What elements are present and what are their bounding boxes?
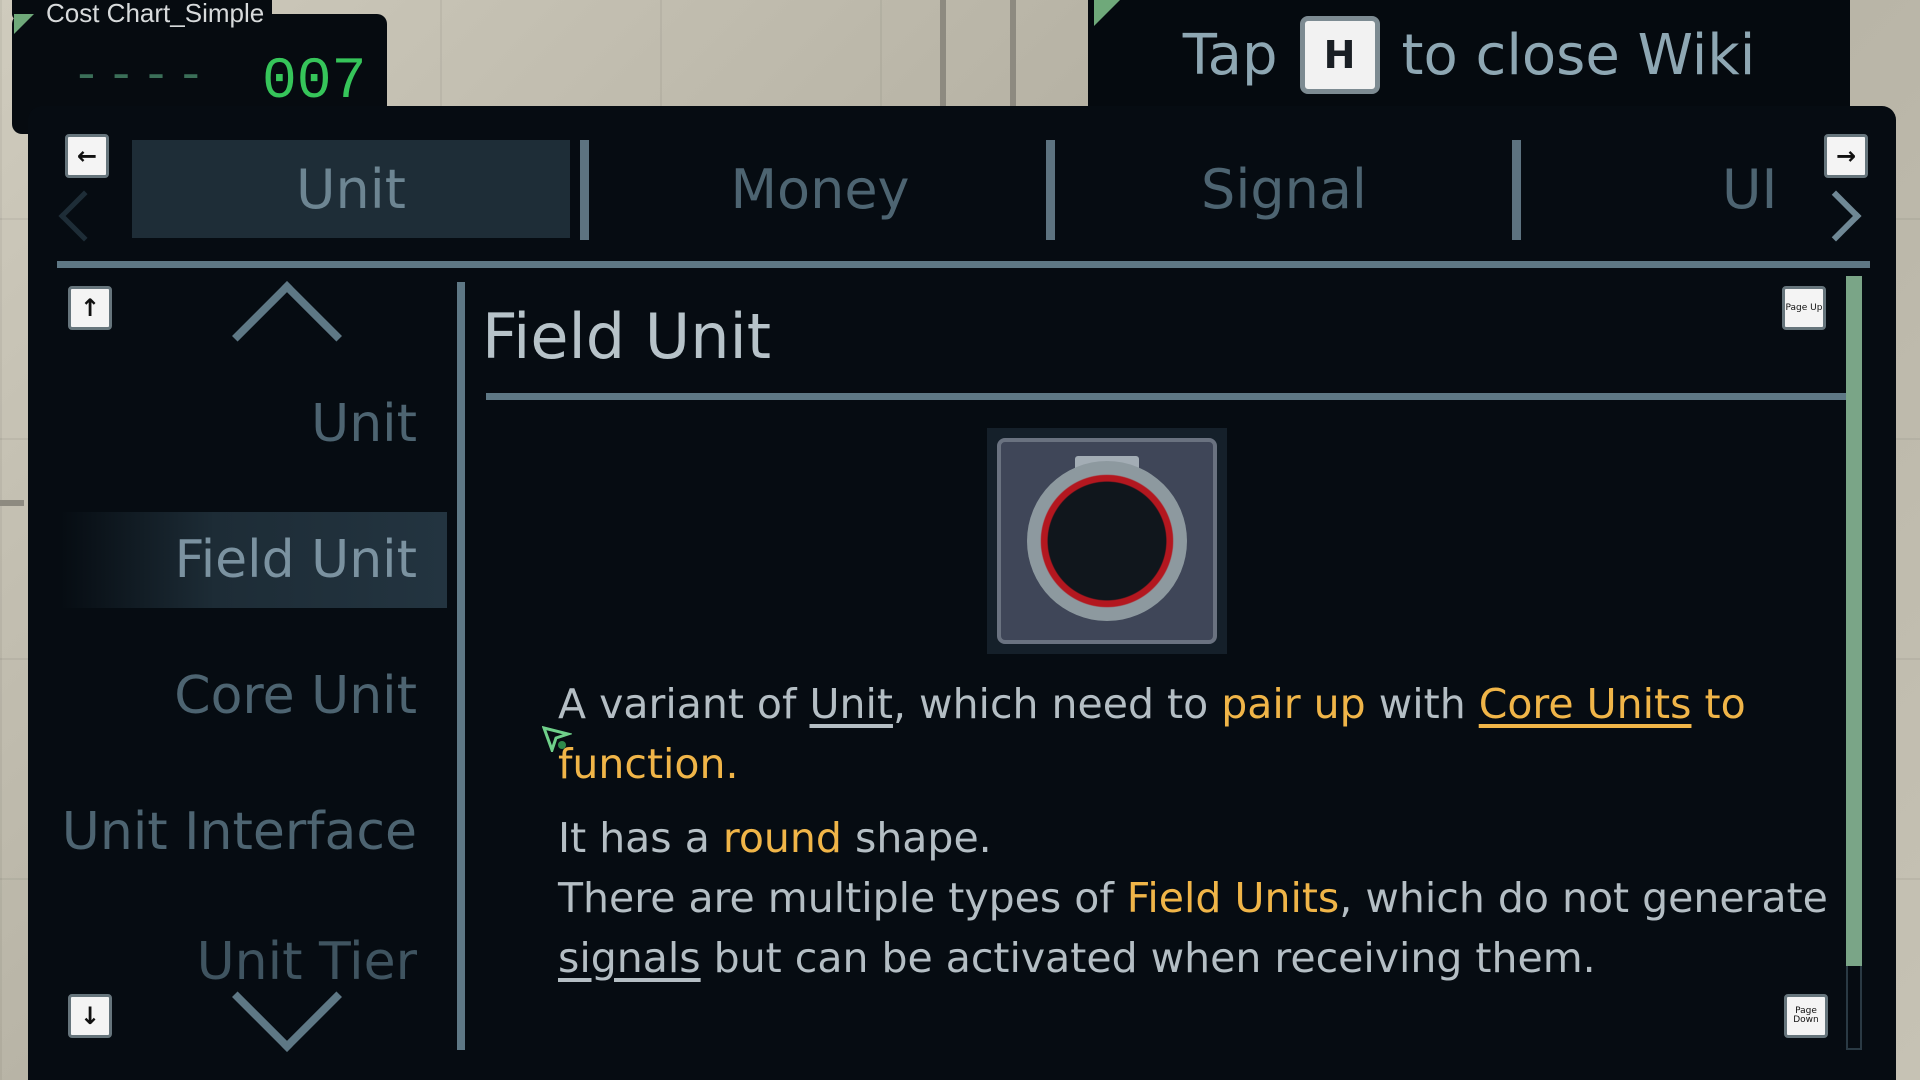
sidebar-item-unit-interface[interactable]: Unit Interface bbox=[60, 784, 447, 880]
tab-unit[interactable]: Unit bbox=[132, 140, 570, 238]
arrow-left-icon[interactable]: ← bbox=[65, 134, 109, 178]
sidebar-item-unit-tier[interactable]: Unit Tier bbox=[60, 932, 447, 992]
tab-bar-underline bbox=[57, 261, 1870, 268]
tab-separator bbox=[1046, 140, 1055, 240]
p3-text: but can be activated when receiving them… bbox=[700, 934, 1596, 982]
arrow-up-icon[interactable]: ↑ bbox=[68, 286, 112, 330]
cost-chart-title: Cost Chart_Simple bbox=[46, 0, 265, 28]
h-key-icon: H bbox=[1299, 16, 1380, 94]
link-signals[interactable]: signals bbox=[558, 934, 701, 982]
arrow-down-icon[interactable]: ↓ bbox=[68, 994, 112, 1038]
field-unit-icon bbox=[997, 438, 1217, 644]
link-unit[interactable]: Unit bbox=[810, 680, 893, 728]
highlight-pair-up: pair up bbox=[1221, 680, 1366, 728]
article-paragraph-2: It has a round shape. bbox=[558, 808, 992, 868]
tab-separator bbox=[580, 140, 589, 240]
highlight-field-units: Field Units bbox=[1126, 874, 1340, 922]
highlight-round: round bbox=[722, 814, 842, 862]
board-groove bbox=[940, 0, 946, 110]
article-scrollbar-thumb[interactable] bbox=[1846, 276, 1862, 966]
p2-text: It has a bbox=[558, 814, 723, 862]
link-core-units[interactable]: Core Units bbox=[1479, 680, 1692, 728]
p2-text: shape. bbox=[841, 814, 992, 862]
sidebar-divider bbox=[457, 282, 465, 1050]
tab-separator bbox=[1512, 140, 1521, 240]
hint-text-before: Tap bbox=[1182, 22, 1278, 88]
page-up-key-icon[interactable]: Page Up bbox=[1782, 286, 1826, 330]
cost-chart-corner-marker bbox=[14, 14, 34, 34]
hint-text-after: to close Wiki bbox=[1401, 22, 1756, 88]
tab-money[interactable]: Money bbox=[600, 140, 1040, 238]
p3-text: , which do not generate bbox=[1339, 874, 1828, 922]
highlight-function: function. bbox=[558, 740, 739, 788]
hint-corner-marker bbox=[1094, 0, 1120, 26]
p3-text: There are multiple types of bbox=[558, 874, 1127, 922]
board-groove bbox=[1010, 0, 1016, 110]
article-paragraph-1-line-2: function. bbox=[558, 734, 739, 794]
p1-text: A variant of bbox=[558, 680, 810, 728]
p1-text: with bbox=[1365, 680, 1479, 728]
article-title-rule bbox=[486, 393, 1846, 400]
tab-signal[interactable]: Signal bbox=[1064, 140, 1504, 238]
sidebar-item-unit[interactable]: Unit bbox=[60, 376, 447, 472]
highlight-to: to bbox=[1691, 680, 1746, 728]
page-down-key-icon[interactable]: Page Down bbox=[1784, 994, 1828, 1038]
article-title: Field Unit bbox=[482, 300, 772, 373]
page-down-label: Page Down bbox=[1793, 1006, 1819, 1025]
field-unit-image bbox=[987, 428, 1227, 654]
tab-ui[interactable]: UI bbox=[1530, 140, 1830, 238]
page-up-label: Page Up bbox=[1785, 302, 1823, 313]
article-paragraph-1-line-1: A variant of Unit, which need to pair up… bbox=[558, 674, 1746, 734]
sidebar-item-core-unit[interactable]: Core Unit bbox=[60, 648, 447, 744]
unit-ring bbox=[1027, 461, 1187, 621]
board-groove bbox=[0, 500, 24, 506]
article-paragraph-3-line-2: signals but can be activated when receiv… bbox=[558, 928, 1596, 988]
p1-text: , which need to bbox=[892, 680, 1222, 728]
close-wiki-hint: Tap H to close Wiki bbox=[1088, 0, 1850, 110]
sidebar-item-field-unit[interactable]: Field Unit bbox=[60, 512, 447, 608]
arrow-right-icon[interactable]: → bbox=[1824, 134, 1868, 178]
article-paragraph-3-line-1: There are multiple types of Field Units,… bbox=[558, 868, 1828, 928]
cost-chart-placeholder: ---- bbox=[72, 50, 212, 104]
